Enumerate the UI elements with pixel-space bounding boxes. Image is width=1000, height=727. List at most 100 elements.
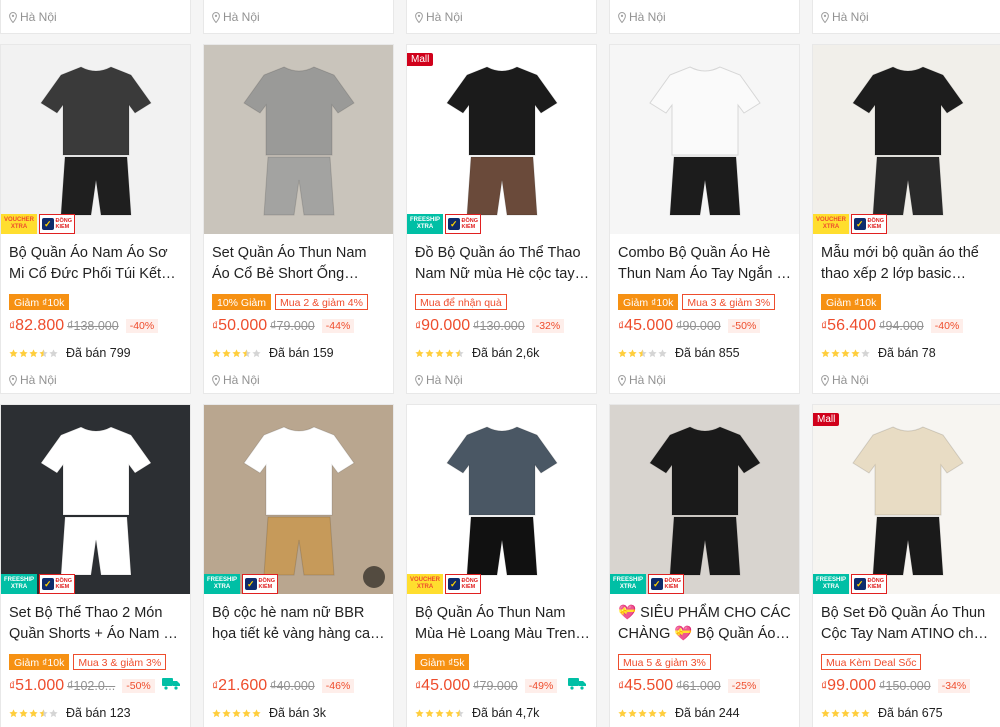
price-amount: 56.400 (827, 317, 877, 334)
product-title[interactable]: Bộ Quần Áo Thun Nam Mùa Hè Loang Màu Tre… (415, 603, 590, 645)
product-card[interactable]: FREESHIP XTRA ✓ ĐỒNG KIỂM 💝 SIÊU PHẨM CHO CÁC… (609, 404, 800, 727)
product-image[interactable]: Mall FREESHIP XTRA ✓ ĐỒNG KIỂM (813, 405, 1000, 594)
badge-line: KIỂM (55, 584, 70, 590)
location-text: Hà Nội (629, 10, 666, 24)
product-title[interactable]: Set Quần Áo Thun Nam Áo Cổ Bẻ Short Ống … (212, 243, 387, 285)
free-shipping-icon (568, 677, 586, 695)
promo-tag: Giảm ₫10k (9, 294, 70, 310)
badge-line: XTRA (416, 584, 434, 590)
previous-product-card[interactable]: Hà Nội (812, 0, 1000, 34)
product-title[interactable]: Mẫu mới bộ quần áo thể thao xếp 2 lớp ba… (821, 243, 996, 285)
current-price: ₫82.800 (9, 317, 64, 335)
badge-text: ĐỒNG KIỂM (462, 218, 479, 230)
location-text: Hà Nội (223, 373, 260, 387)
location-label: Hà Nội (415, 10, 463, 24)
promo-tag: Mua 5 & giảm 3% (618, 654, 711, 670)
price-amount: 45.000 (624, 317, 674, 334)
freeship-xtra-badge: FREESHIP XTRA (204, 574, 240, 594)
product-title[interactable]: Đồ Bộ Quần áo Thể Thao Nam Nữ mùa Hè cộc… (415, 243, 590, 285)
price-amount: 82.800 (15, 317, 65, 334)
price-row: ₫45.000 ₫79.000 -49% (415, 677, 558, 695)
mall-badge: Mall (407, 53, 434, 66)
previous-product-card[interactable]: Hà Nội (406, 0, 597, 34)
price-amount: 50.000 (218, 317, 268, 334)
sold-count: Đã bán 159 (269, 346, 334, 360)
discount-badge: -34% (937, 679, 971, 693)
product-image[interactable]: FREESHIP XTRA ✓ ĐỒNG KIỂM (204, 405, 393, 594)
product-card[interactable]: Mall FREESHIP XTRA ✓ ĐỒNG KIỂM Đồ Bộ Quần áo T… (406, 44, 597, 394)
promo-tag: Giảm ₫10k (618, 294, 679, 310)
product-card[interactable]: Mall FREESHIP XTRA ✓ ĐỒNG KIỂM Bộ Set Đồ Quần … (812, 404, 1000, 727)
promo-tags: 10% Giảm Mua 2 & giảm 4% (212, 294, 368, 310)
product-image[interactable]: VOUCHER XTRA ✓ ĐỒNG KIỂM (813, 45, 1000, 234)
previous-product-card[interactable]: Hà Nội (0, 0, 191, 34)
product-image[interactable] (204, 45, 393, 234)
product-card[interactable]: Set Quần Áo Thun Nam Áo Cổ Bẻ Short Ống … (203, 44, 394, 394)
check-icon: ✓ (42, 578, 54, 590)
discount-badge: -50% (122, 679, 155, 693)
star-rating (212, 348, 261, 358)
product-card[interactable]: FREESHIP XTRA ✓ ĐỒNG KIỂM Bộ cộc hè nam nữ BB… (203, 404, 394, 727)
check-icon: ✓ (854, 578, 866, 590)
current-price: ₫45.000 (415, 677, 470, 695)
badge-line: KIỂM (461, 584, 476, 590)
badge-text: ĐỒNG KIỂM (259, 578, 276, 590)
free-shipping-icon (162, 677, 180, 695)
location-text: Hà Nội (20, 10, 57, 24)
product-image[interactable]: Mall FREESHIP XTRA ✓ ĐỒNG KIỂM (407, 45, 596, 234)
product-image[interactable] (610, 45, 799, 234)
promo-tags: Giảm ₫10k (9, 294, 70, 310)
product-image[interactable]: FREESHIP XTRA ✓ ĐỒNG KIỂM (1, 405, 190, 594)
promo-tag: Mua để nhận quà (415, 294, 507, 310)
product-title[interactable]: 💝 SIÊU PHẨM CHO CÁC CHÀNG 💝 Bộ Quần Áo N… (618, 603, 793, 645)
price-amount: 90.000 (421, 317, 471, 334)
product-title[interactable]: Bộ cộc hè nam nữ BBR họa tiết kẻ vàng hà… (212, 603, 387, 645)
rating-sold-row: Đã bán 799 (9, 346, 131, 360)
badge-line: KIỂM (867, 224, 882, 230)
location-label: Hà Nội (618, 10, 666, 24)
price-amount: 51.000 (15, 677, 65, 694)
original-price: ₫79.000 (473, 679, 518, 693)
sold-count: Đã bán 4,7k (472, 706, 540, 720)
rating-sold-row: Đã bán 855 (618, 346, 740, 360)
badge-line: KIỂM (867, 584, 882, 590)
badge-text: ĐỒNG KIỂM (56, 578, 73, 590)
product-title[interactable]: Set Bộ Thể Thao 2 Món Quần Shorts + Áo N… (9, 603, 184, 645)
current-price: ₫45.000 (618, 317, 673, 335)
dong-kiem-badge: ✓ ĐỒNG KIỂM (648, 574, 684, 594)
badge-text: ĐỒNG KIỂM (462, 578, 479, 590)
product-card[interactable]: Combo Bộ Quần Áo Hè Thun Nam Áo Tay Ngắn… (609, 44, 800, 394)
previous-product-card[interactable]: Hà Nội (203, 0, 394, 34)
product-title[interactable]: Combo Bộ Quần Áo Hè Thun Nam Áo Tay Ngắn… (618, 243, 793, 285)
promo-tags: Giảm ₫10k Mua 3 & giảm 3% (618, 294, 776, 310)
product-card[interactable]: VOUCHER XTRA ✓ ĐỒNG KIỂM Mẫu mới bộ quần áo t… (812, 44, 1000, 394)
promo-badges: FREESHIP XTRA ✓ ĐỒNG KIỂM (813, 574, 887, 594)
badge-line: KIỂM (461, 224, 476, 230)
product-title[interactable]: Bộ Set Đồ Quần Áo Thun Cộc Tay Nam ATINO… (821, 603, 996, 645)
badge-line: VOUCHER (3, 217, 34, 223)
product-card[interactable]: FREESHIP XTRA ✓ ĐỒNG KIỂM Set Bộ Thể Thao 2 M… (0, 404, 191, 727)
promo-badges: FREESHIP XTRA ✓ ĐỒNG KIỂM (407, 214, 481, 234)
voucher-xtra-badge: VOUCHER XTRA (1, 214, 37, 234)
dong-kiem-badge: ✓ ĐỒNG KIỂM (851, 214, 887, 234)
product-title[interactable]: Bộ Quần Áo Nam Áo Sơ Mi Cổ Đức Phối Túi … (9, 243, 184, 285)
product-image[interactable]: VOUCHER XTRA ✓ ĐỒNG KIỂM (407, 405, 596, 594)
location-text: Hà Nội (832, 10, 869, 24)
badge-line: XTRA (822, 224, 840, 230)
original-price: ₫40.000 (270, 679, 315, 693)
location-label: Hà Nội (212, 373, 260, 387)
price-amount: 45.000 (421, 677, 471, 694)
promo-tags: Mua Kèm Deal Sốc (821, 654, 922, 670)
location-label: Hà Nội (821, 10, 869, 24)
dong-kiem-badge: ✓ ĐỒNG KIỂM (39, 214, 75, 234)
product-image[interactable]: VOUCHER XTRA ✓ ĐỒNG KIỂM (1, 45, 190, 234)
previous-product-card[interactable]: Hà Nội (609, 0, 800, 34)
price-row: ₫51.000 ₫102.0... -50% (9, 677, 155, 695)
promo-badges: VOUCHER XTRA ✓ ĐỒNG KIỂM (407, 574, 481, 594)
product-card[interactable]: VOUCHER XTRA ✓ ĐỒNG KIỂM Bộ Quần Áo Nam Áo Sơ… (0, 44, 191, 394)
original-price: ₫130.000 (473, 319, 525, 333)
star-rating (9, 348, 58, 358)
product-card[interactable]: VOUCHER XTRA ✓ ĐỒNG KIỂM Bộ Quần Áo Thun Nam … (406, 404, 597, 727)
play-video-icon[interactable] (363, 566, 385, 588)
product-image[interactable]: FREESHIP XTRA ✓ ĐỒNG KIỂM (610, 405, 799, 594)
